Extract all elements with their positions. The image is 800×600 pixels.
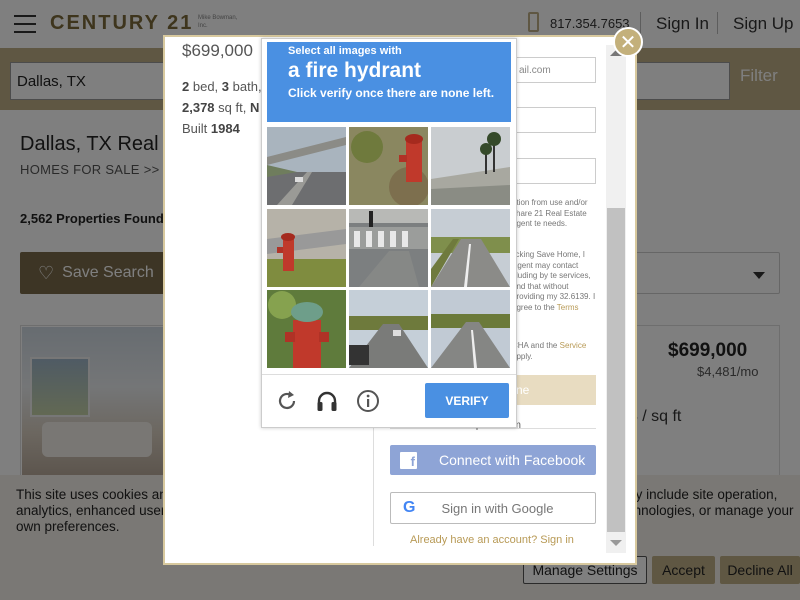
captcha-header: Select all images with a fire hydrant Cl… [267, 42, 511, 122]
reload-icon[interactable] [275, 389, 299, 413]
name-field[interactable] [512, 107, 596, 133]
captcha-tile[interactable] [267, 127, 346, 205]
captcha-tile[interactable] [431, 209, 510, 287]
captcha-tile[interactable] [349, 290, 428, 368]
consent-text-3: CHA and the Service apply. [512, 341, 587, 361]
terms-link[interactable]: Terms [557, 303, 579, 312]
headphones-icon[interactable] [315, 389, 339, 413]
info-icon[interactable] [356, 389, 380, 413]
google-icon: G [403, 499, 416, 516]
modal-price: $699,000 [182, 41, 253, 60]
service-link[interactable]: Service [560, 341, 587, 350]
divider [262, 374, 516, 375]
close-icon[interactable]: ✕ [613, 27, 643, 57]
scrollbar-thumb[interactable] [607, 208, 625, 532]
captcha-tile[interactable] [431, 127, 510, 205]
phone-field[interactable] [512, 158, 596, 184]
captcha-tile[interactable] [349, 209, 428, 287]
captcha-tile[interactable] [267, 290, 346, 368]
email-field[interactable]: ail.com [512, 57, 596, 83]
verify-button[interactable]: VERIFY [425, 383, 509, 418]
captcha-tile[interactable] [431, 290, 510, 368]
divider [373, 420, 374, 546]
facebook-icon: f [400, 451, 417, 469]
consent-text-2: licking Save Home, I Agent may contact c… [512, 250, 596, 312]
consent-text: ation from use and/or share 21 Real Esta… [512, 198, 588, 228]
captcha-instruction: Select all images with [288, 45, 402, 57]
scroll-down-icon[interactable] [610, 540, 622, 546]
captcha-tile[interactable] [267, 209, 346, 287]
sign-in-link[interactable]: Already have an account? Sign in [410, 534, 574, 546]
facebook-button[interactable]: f Connect with Facebook [390, 445, 596, 475]
save-home-button[interactable]: ne [512, 375, 596, 405]
captcha-target: a fire hydrant [288, 59, 422, 82]
google-signin-button[interactable]: G Sign in with Google [390, 492, 596, 524]
modal-specs: 2 bed, 3 bath, 2,378 sq ft, N Built 1984 [182, 79, 262, 136]
captcha-tile[interactable] [349, 127, 428, 205]
captcha-hint: Click verify once there are none left. [288, 86, 495, 100]
